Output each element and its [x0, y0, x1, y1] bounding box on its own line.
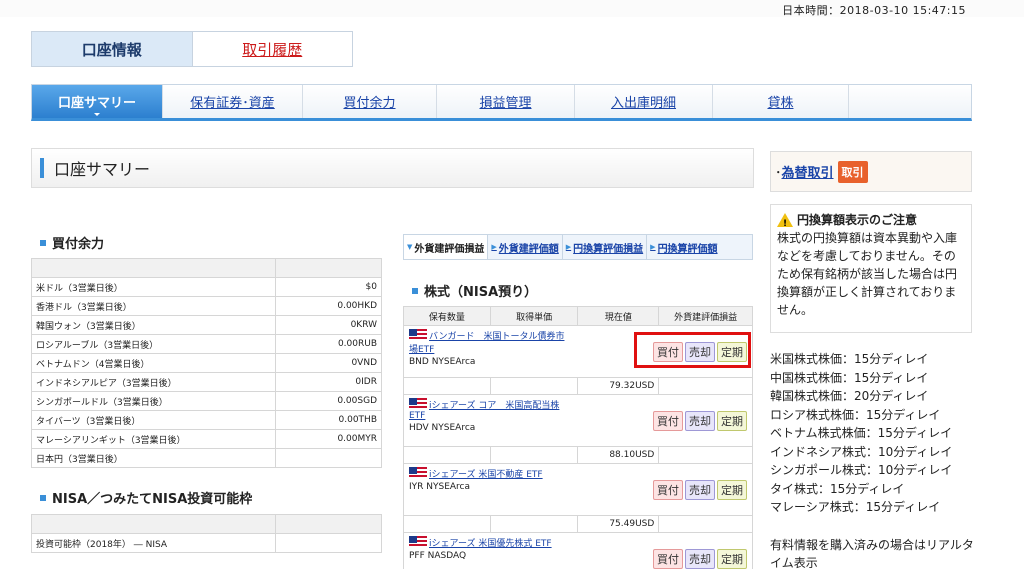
tab-account-info[interactable]: 口座情報 [32, 32, 193, 66]
stock-link[interactable]: iシェアーズ コア 米国高配当株ETF [409, 401, 559, 421]
tab-jpy-eval-pnl[interactable]: ▶ 円換算評価損益 [563, 235, 648, 259]
us-flag-icon [409, 536, 427, 548]
table-row: ロシアルーブル（3営業日後） 0.00RUB [31, 334, 382, 354]
stock-exchange: PFF NASDAQ [409, 551, 467, 561]
buying-power-table: 米ドル（3営業日後） $0 香港ドル（3営業日後） 0.00HKD 韓国ウォン（3営… [31, 258, 382, 468]
nav-pnl[interactable]: 損益管理 [437, 85, 575, 118]
triangle-right-icon: ▶ [565, 243, 572, 251]
bullet-icon [40, 494, 46, 501]
tab-fc-eval-pnl[interactable]: ▼ 外貨建評価損益 [404, 235, 489, 259]
notice-body: 株式の円換算額は資本異動や入庫などを考慮しておりません。そのため保有銘柄が該当し… [777, 231, 958, 317]
stock-values-row: 79.32USD [403, 377, 753, 395]
stock-exchange: BND NYSEArca [409, 357, 476, 367]
fx-trade-button[interactable]: 取引 [837, 160, 868, 183]
nav-buying-power[interactable]: 買付余力 [303, 85, 437, 118]
fx-link[interactable]: 為替取引 [782, 162, 834, 181]
list-item: シンガポール株式：10分ディレイ [770, 463, 953, 477]
list-item: 米国株式株価：15分ディレイ [770, 352, 929, 366]
list-item: ロシア株式株価：15分ディレイ [770, 407, 941, 422]
fx-box: ･為替取引 取引 [770, 151, 972, 192]
nav-lending[interactable]: 貸株 [713, 85, 849, 118]
table-row: マレーシアリンギット（3営業日後） 0.00MYR [31, 429, 382, 449]
stock-values-row: 88.10USD [403, 446, 753, 464]
us-flag-icon [409, 398, 427, 410]
table-row: 韓国ウォン（3営業日後） 0KRW [31, 315, 382, 335]
paid-info-note: 有料情報を購入済みの場合はリアルタイム表示 [770, 538, 974, 569]
stock-link[interactable]: バンガード 米国トータル債券市場ETF [409, 332, 564, 355]
nav-holdings[interactable]: 保有証券･資産 [163, 85, 303, 118]
nav-account-summary[interactable]: 口座サマリー [32, 85, 163, 118]
stock-exchange: HDV NYSEArca [409, 423, 476, 433]
regular-buy-button[interactable]: 定期 [717, 548, 747, 569]
nisa-heading: NISA／つみたてNISA投資可能枠 [40, 488, 252, 507]
nisa-table: 投資可能枠（2018年） ― NISA [31, 514, 382, 553]
table-row: 日本円（3営業日後） [31, 448, 382, 468]
table-row: 米ドル（3営業日後） $0 [31, 277, 382, 297]
list-item: 韓国株式株価：20分ディレイ [770, 389, 929, 403]
current-price: 75.49USD [577, 515, 660, 533]
us-flag-icon [409, 467, 427, 479]
sell-button[interactable]: 売却 [685, 410, 715, 431]
page-header: 口座サマリー [31, 148, 754, 188]
triangle-down-icon: ▼ [407, 243, 413, 251]
regular-buy-button[interactable]: 定期 [717, 479, 747, 500]
buy-button[interactable]: 買付 [653, 479, 683, 500]
page-title: 口座サマリー [54, 160, 151, 179]
stock-link[interactable]: iシェアーズ 米国不動産 ETF [429, 470, 543, 480]
current-price: 88.10USD [577, 446, 660, 464]
buy-button[interactable]: 買付 [653, 548, 683, 569]
nav-transfers[interactable]: 入出庫明細 [575, 85, 713, 118]
list-item: 中国株式株価：15分ディレイ [770, 370, 929, 385]
stock-values-row: 75.49USD [403, 515, 753, 533]
sell-button[interactable]: 売却 [685, 548, 715, 569]
bullet-icon [40, 239, 46, 246]
buying-power-heading: 買付余力 [40, 233, 104, 252]
tab-fc-eval-amount[interactable]: ▶ 外貨建評価額 [488, 235, 563, 259]
main-nav: 口座サマリー 保有証券･資産 買付余力 損益管理 入出庫明細 貸株 [31, 84, 972, 121]
title-accent [40, 158, 44, 178]
table-row: タイバーツ（3営業日後） 0.00THB [31, 410, 382, 430]
table-row: 投資可能枠（2018年） ― NISA [31, 533, 382, 553]
regular-buy-button[interactable]: 定期 [717, 410, 747, 431]
buy-button[interactable]: 買付 [653, 410, 683, 431]
notice-box: ! 円換算額表示のご注意 株式の円換算額は資本異動や入庫などを考慮しておりません。… [770, 204, 972, 333]
table-row: ベトナムドン（4営業日後） 0VND [31, 353, 382, 373]
stocks-heading: 株式（NISA預り） [412, 281, 537, 300]
server-clock: 日本時間：2018-03-10 15:47:15 [782, 4, 966, 17]
list-item: インドネシア株式：10分ディレイ [770, 444, 953, 459]
bullet-icon [412, 287, 418, 294]
top-tabs: 口座情報 取引履歴 [31, 31, 353, 67]
triangle-right-icon: ▶ [491, 243, 497, 251]
stock-row: iシェアーズ 米国不動産 ETF IYR NYSEArca 買付 売却 定期 [402, 463, 753, 516]
warning-icon: ! [777, 213, 793, 229]
us-flag-icon [409, 329, 427, 341]
table-row: 香港ドル（3営業日後） 0.00HKD [31, 296, 382, 316]
current-price: 79.32USD [577, 377, 660, 395]
sell-button[interactable]: 売却 [685, 479, 715, 500]
stock-row: iシェアーズ 米国優先株式 ETF PFF NASDAQ 買付 売却 定期 [402, 532, 753, 569]
notice-title: ! 円換算額表示のご注意 [777, 211, 965, 229]
tab-trade-history[interactable]: 取引履歴 [193, 32, 353, 66]
list-item: タイ株式：15分ディレイ [770, 481, 905, 496]
stock-link[interactable]: iシェアーズ 米国優先株式 ETF [429, 539, 552, 549]
list-item: マレーシア株式：15分ディレイ [770, 500, 941, 514]
triangle-right-icon: ▶ [650, 243, 656, 251]
table-row: インドネシアルピア（3営業日後） 0IDR [31, 372, 382, 392]
highlight-box [634, 332, 751, 368]
delay-list: 米国株式株価：15分ディレイ 中国株式株価：15分ディレイ 韓国株式株価：20分… [770, 350, 980, 517]
eval-tabs: ▼ 外貨建評価損益 ▶ 外貨建評価額 ▶ 円換算評価損益 ▶ 円換算評価額 [403, 234, 753, 260]
tab-jpy-eval-amount[interactable]: ▶ 円換算評価額 [647, 235, 720, 259]
stock-exchange: IYR NYSEArca [409, 482, 471, 492]
stock-row: iシェアーズ コア 米国高配当株ETF HDV NYSEArca 買付 売却 定期 [402, 394, 753, 447]
list-item: ベトナム株式株価：15分ディレイ [770, 426, 953, 440]
nav-empty [849, 85, 971, 118]
table-row: シンガポールドル（3営業日後） 0.00SGD [31, 391, 382, 411]
